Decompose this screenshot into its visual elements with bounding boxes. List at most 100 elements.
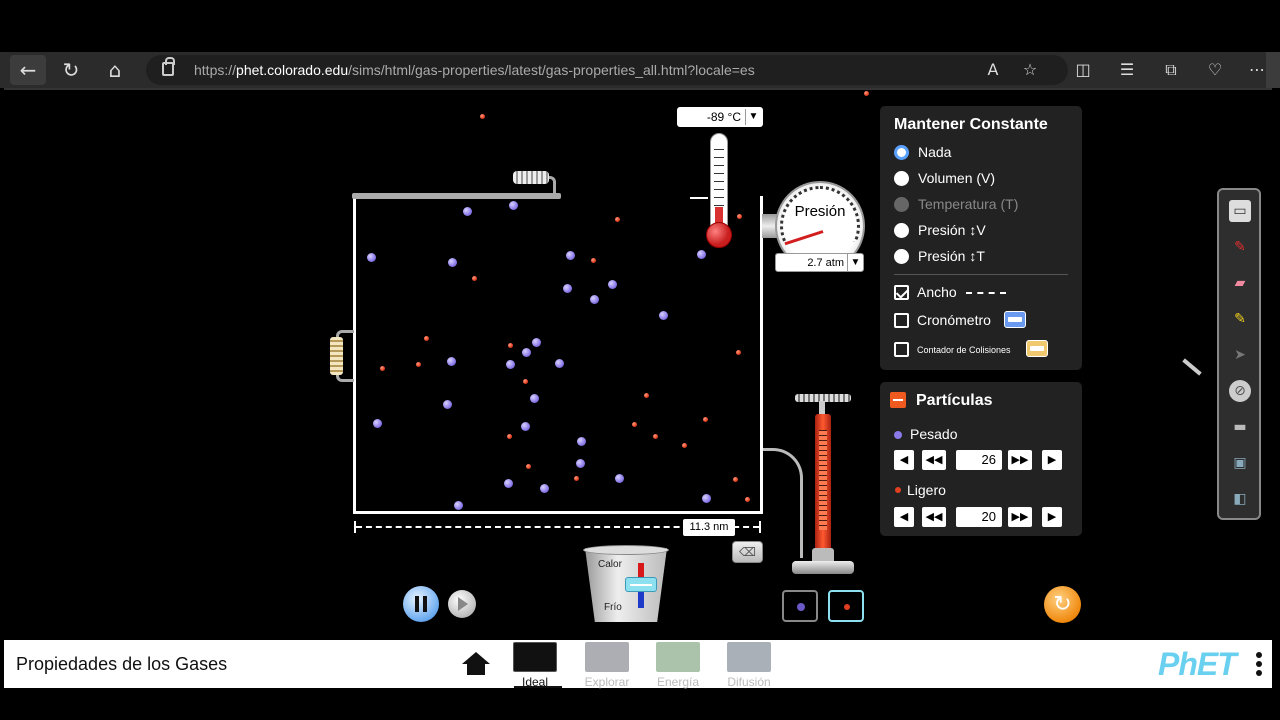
thermometer-ticks <box>714 143 724 213</box>
address-bar[interactable]: https://phet.colorado.edu/sims/html/gas-… <box>146 55 1068 85</box>
light-particle <box>424 336 429 341</box>
chevron-down-icon[interactable]: ▼ <box>745 109 761 125</box>
favorites-icon[interactable]: ☰ <box>1114 57 1140 83</box>
heavy-particle <box>448 258 457 267</box>
increment-ten-icon[interactable]: ▶▶ <box>1008 507 1032 527</box>
whiteboard-icon[interactable]: ▭ <box>1229 200 1251 222</box>
radio-disabled-icon <box>894 197 909 212</box>
home-icon[interactable] <box>462 652 490 676</box>
light-particle <box>632 422 637 427</box>
pen-icon[interactable]: ✎ <box>1229 236 1251 258</box>
heavy-particle <box>506 360 515 369</box>
increment-ten-icon[interactable]: ▶▶ <box>1008 450 1032 470</box>
reset-all-button[interactable]: ↻ <box>1044 586 1081 623</box>
heavy-particle <box>443 400 452 409</box>
collections-icon[interactable]: ⧉ <box>1158 57 1184 83</box>
screen-share-icon[interactable]: ◧ <box>1229 488 1251 510</box>
radio-icon[interactable] <box>894 223 909 238</box>
cool-label: Frío <box>604 602 622 613</box>
light-particle <box>380 366 385 371</box>
light-particle <box>644 393 649 398</box>
pause-button[interactable] <box>403 586 439 622</box>
highlighter-icon[interactable]: ✎ <box>1229 308 1251 330</box>
pointer-icon[interactable]: ➤ <box>1229 344 1251 366</box>
heavy-particle <box>540 484 549 493</box>
checkbox-icon[interactable] <box>894 313 909 328</box>
light-particle <box>615 217 620 222</box>
active-tab-underline <box>514 686 562 688</box>
home-browser-icon[interactable]: ⌂ <box>100 55 130 85</box>
tab-ideal[interactable]: Ideal <box>512 642 558 689</box>
heavy-particle <box>521 422 530 431</box>
browser-toolbar: ← ↻ ⌂ https://phet.colorado.edu/sims/htm… <box>0 52 1280 88</box>
radio-selected-icon[interactable] <box>894 145 909 160</box>
heavy-particle-selector[interactable] <box>782 590 818 622</box>
browser-health-icon[interactable]: ♡ <box>1202 57 1228 83</box>
decrement-ten-icon[interactable]: ◀◀ <box>922 450 946 470</box>
tab-energia[interactable]: Energía <box>655 642 701 689</box>
light-particle <box>416 362 421 367</box>
collapse-icon[interactable] <box>890 392 906 408</box>
increment-one-icon[interactable]: ▶ <box>1042 507 1062 527</box>
ruler-left-end <box>354 521 356 533</box>
phet-logo: PhET <box>1158 646 1237 682</box>
phet-menu-icon[interactable] <box>1256 652 1262 678</box>
split-screen-icon[interactable]: ◫ <box>1070 57 1096 83</box>
container-width-handle[interactable] <box>330 337 343 375</box>
favorite-star-icon[interactable]: ☆ <box>1017 57 1043 83</box>
light-particle <box>508 343 513 348</box>
particles-panel: Partículas Pesado ◀ ◀◀ 26 ▶▶ ▶ Ligero ◀ … <box>880 382 1082 536</box>
heavy-particle <box>563 284 572 293</box>
tab-difusion[interactable]: Difusión <box>726 642 772 689</box>
checkbox-label: Contador de Colisiones <box>917 345 1011 355</box>
hold-constant-panel: Mantener Constante Nada Volumen (V) Temp… <box>880 106 1082 370</box>
decrement-ten-icon[interactable]: ◀◀ <box>922 507 946 527</box>
temperature-units-select[interactable]: -89 °C ▼ <box>677 107 763 127</box>
lid-handle[interactable] <box>513 171 549 184</box>
decrement-one-icon[interactable]: ◀ <box>894 507 914 527</box>
eraser-icon[interactable]: ⌫ <box>732 541 763 563</box>
light-particle-icon <box>844 604 850 610</box>
eraser-tool-icon[interactable]: ▰ <box>1229 272 1251 294</box>
heavy-count-value[interactable]: 26 <box>956 450 1002 470</box>
pressure-units-select[interactable]: 2.7 atm ▼ <box>775 253 864 272</box>
light-particle <box>472 276 477 281</box>
heavy-particle <box>504 479 513 488</box>
light-particle-icon <box>895 487 901 493</box>
heavy-particle-icon <box>797 603 805 611</box>
radio-icon[interactable] <box>894 249 909 264</box>
light-particle <box>507 434 512 439</box>
laser-icon[interactable]: ⊘ <box>1229 380 1251 402</box>
heavy-particle <box>532 338 541 347</box>
light-particle <box>745 497 750 502</box>
chevron-down-icon[interactable]: ▼ <box>847 254 863 271</box>
scrollbar[interactable] <box>1266 52 1280 88</box>
refresh-icon[interactable]: ↻ <box>56 55 86 85</box>
step-forward-button[interactable] <box>448 590 476 618</box>
increment-one-icon[interactable]: ▶ <box>1042 450 1062 470</box>
heavy-particle <box>373 419 382 428</box>
heavy-particle <box>530 394 539 403</box>
temperature-value: -89 °C <box>706 110 741 124</box>
screen-capture-icon[interactable]: ▣ <box>1229 452 1251 474</box>
back-icon[interactable]: ← <box>10 55 46 85</box>
checkbox-icon[interactable] <box>894 342 909 357</box>
light-particle <box>480 114 485 119</box>
read-aloud-icon[interactable]: A <box>980 57 1006 83</box>
heavy-particle <box>555 359 564 368</box>
radio-icon[interactable] <box>894 171 909 186</box>
heavy-particle <box>447 357 456 366</box>
light-count-value[interactable]: 20 <box>956 507 1002 527</box>
pressure-value: 2.7 atm <box>807 257 844 269</box>
light-particle-selector[interactable] <box>828 590 864 622</box>
checkbox-checked-icon[interactable] <box>894 285 909 300</box>
checkbox-label: Ancho <box>917 284 957 300</box>
decrement-one-icon[interactable]: ◀ <box>894 450 914 470</box>
keyboard-icon[interactable]: ▬ <box>1229 416 1251 438</box>
tab-explorar[interactable]: Explorar <box>584 642 630 689</box>
divider <box>894 274 1068 275</box>
heavy-particle <box>454 501 463 510</box>
light-particle <box>703 417 708 422</box>
ruler-right-end <box>759 521 761 533</box>
heater-slider-knob[interactable] <box>625 577 657 592</box>
